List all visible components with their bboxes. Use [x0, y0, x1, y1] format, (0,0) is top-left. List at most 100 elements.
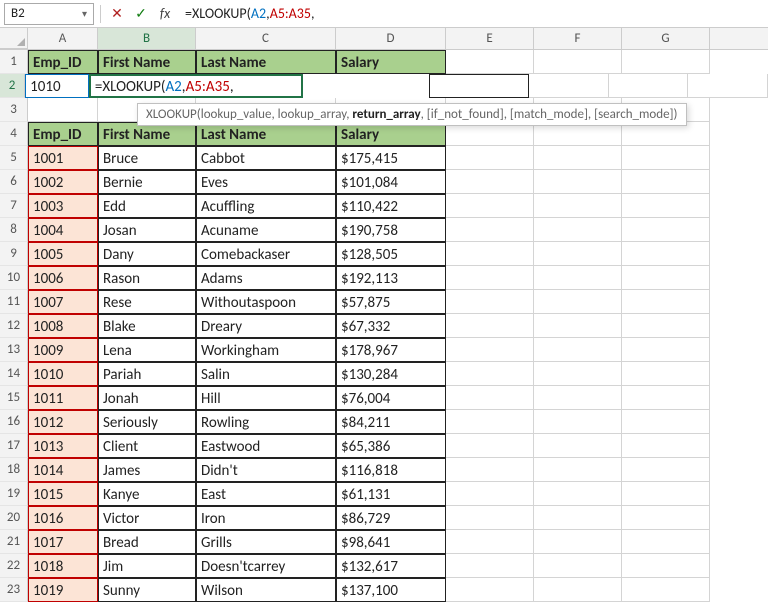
cell-G5[interactable]	[622, 146, 710, 170]
cell-G19[interactable]	[622, 482, 710, 506]
row-header-3[interactable]: 3	[0, 98, 28, 122]
cell-C18[interactable]: Didn't	[196, 458, 336, 482]
cell-D13[interactable]: $178,967	[336, 338, 446, 362]
col-header-D[interactable]: D	[336, 28, 446, 49]
cell-E7[interactable]	[446, 194, 534, 218]
cell-D5[interactable]: $175,415	[336, 146, 446, 170]
cell-E5[interactable]	[446, 146, 534, 170]
row-header-1[interactable]: 1	[0, 50, 28, 74]
cell-C20[interactable]: Iron	[196, 506, 336, 530]
cell-F16[interactable]	[534, 410, 622, 434]
row-header-6[interactable]: 6	[0, 170, 28, 194]
cell-E12[interactable]	[446, 314, 534, 338]
row-header-8[interactable]: 8	[0, 218, 28, 242]
cell-D23[interactable]: $137,100	[336, 578, 446, 602]
cell-F19[interactable]	[534, 482, 622, 506]
cell-G11[interactable]	[622, 290, 710, 314]
cell-A20[interactable]: 1016	[28, 506, 98, 530]
cell-B10[interactable]: Rason	[98, 266, 196, 290]
cell-F6[interactable]	[534, 170, 622, 194]
cell-A23[interactable]: 1019	[28, 578, 98, 602]
cell-E23[interactable]	[446, 578, 534, 602]
col-header-E[interactable]: E	[446, 28, 534, 49]
cell-C17[interactable]: Eastwood	[196, 434, 336, 458]
cell-C19[interactable]: East	[196, 482, 336, 506]
cell-B14[interactable]: Pariah	[98, 362, 196, 386]
cell-F1[interactable]	[534, 50, 622, 74]
cell-E2[interactable]	[529, 74, 609, 98]
cell-E22[interactable]	[446, 554, 534, 578]
chevron-down-icon[interactable]: ▾	[82, 7, 87, 20]
cell-E1[interactable]	[446, 50, 534, 74]
select-all-corner[interactable]	[0, 28, 28, 49]
cell-G21[interactable]	[622, 530, 710, 554]
cell-D1[interactable]: Salary	[336, 50, 446, 74]
cell-G17[interactable]	[622, 434, 710, 458]
row-header-12[interactable]: 12	[0, 314, 28, 338]
cell-D22[interactable]: $132,617	[336, 554, 446, 578]
cell-G6[interactable]	[622, 170, 710, 194]
cell-G8[interactable]	[622, 218, 710, 242]
cell-D16[interactable]: $84,211	[336, 410, 446, 434]
tooltip-p1[interactable]: lookup_value	[201, 107, 272, 122]
cell-B19[interactable]: Kanye	[98, 482, 196, 506]
cell-A10[interactable]: 1006	[28, 266, 98, 290]
cell-B22[interactable]: Jim	[98, 554, 196, 578]
cell-D12[interactable]: $67,332	[336, 314, 446, 338]
cell-F11[interactable]	[534, 290, 622, 314]
cell-E6[interactable]	[446, 170, 534, 194]
cell-B16[interactable]: Seriously	[98, 410, 196, 434]
cell-B11[interactable]: Rese	[98, 290, 196, 314]
col-header-A[interactable]: A	[28, 28, 98, 49]
cell-C15[interactable]: Hill	[196, 386, 336, 410]
cell-B9[interactable]: Dany	[98, 242, 196, 266]
cell-A22[interactable]: 1018	[28, 554, 98, 578]
cell-F5[interactable]	[534, 146, 622, 170]
row-header-14[interactable]: 14	[0, 362, 28, 386]
cell-C16[interactable]: Rowling	[196, 410, 336, 434]
cell-C14[interactable]: Salin	[196, 362, 336, 386]
cell-B21[interactable]: Bread	[98, 530, 196, 554]
cell-F7[interactable]	[534, 194, 622, 218]
cell-E17[interactable]	[446, 434, 534, 458]
cell-B23[interactable]: Sunny	[98, 578, 196, 602]
cell-D10[interactable]: $192,113	[336, 266, 446, 290]
cell-E16[interactable]	[446, 410, 534, 434]
tooltip-p2[interactable]: lookup_array	[278, 107, 347, 122]
row-header-15[interactable]: 15	[0, 386, 28, 410]
row-header-9[interactable]: 9	[0, 242, 28, 266]
fx-icon[interactable]: fx	[155, 5, 175, 22]
cell-D21[interactable]: $98,641	[336, 530, 446, 554]
cell-B7[interactable]: Edd	[98, 194, 196, 218]
cell-G12[interactable]	[622, 314, 710, 338]
cell-D18[interactable]: $116,818	[336, 458, 446, 482]
row-header-22[interactable]: 22	[0, 554, 28, 578]
cell-G23[interactable]	[622, 578, 710, 602]
row-header-19[interactable]: 19	[0, 482, 28, 506]
cell-F8[interactable]	[534, 218, 622, 242]
cell-B12[interactable]: Blake	[98, 314, 196, 338]
cell-F23[interactable]	[534, 578, 622, 602]
cell-D9[interactable]: $128,505	[336, 242, 446, 266]
cell-A9[interactable]: 1005	[28, 242, 98, 266]
cell-C5[interactable]: Cabbot	[196, 146, 336, 170]
cell-F15[interactable]	[534, 386, 622, 410]
enter-icon[interactable]: ✓	[131, 5, 151, 22]
cell-F21[interactable]	[534, 530, 622, 554]
cell-B17[interactable]: Client	[98, 434, 196, 458]
cell-F10[interactable]	[534, 266, 622, 290]
cell-F17[interactable]	[534, 434, 622, 458]
cell-A19[interactable]: 1015	[28, 482, 98, 506]
cell-F14[interactable]	[534, 362, 622, 386]
row-header-2[interactable]: 2	[0, 74, 25, 98]
row-header-17[interactable]: 17	[0, 434, 28, 458]
formula-input[interactable]: =XLOOKUP(A2,A5:A35,	[179, 5, 764, 22]
cell-G13[interactable]	[622, 338, 710, 362]
cell-F18[interactable]	[534, 458, 622, 482]
cell-C11[interactable]: Withoutaspoon	[196, 290, 336, 314]
row-header-4[interactable]: 4	[0, 122, 28, 146]
row-header-11[interactable]: 11	[0, 290, 28, 314]
cell-B2-editing[interactable]: =XLOOKUP(A2,A5:A35,	[89, 74, 303, 98]
cell-D8[interactable]: $190,758	[336, 218, 446, 242]
cell-F2[interactable]	[609, 74, 689, 98]
